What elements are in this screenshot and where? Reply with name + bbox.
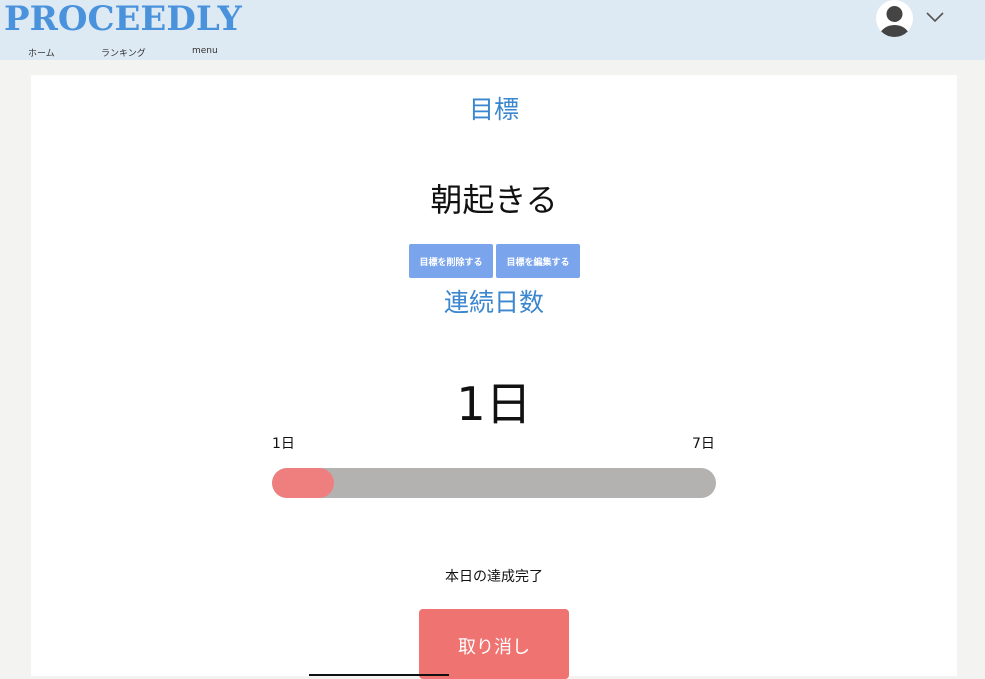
app-logo[interactable]: PROCEEDLY xyxy=(4,0,242,38)
streak-progress-bar xyxy=(272,468,716,498)
nav-home[interactable]: ホーム xyxy=(28,46,55,59)
cancel-button-label: 取り消し xyxy=(458,637,530,658)
goal-section-title: 目標 xyxy=(468,95,519,124)
delete-goal-button[interactable]: 目標を削除する xyxy=(409,244,493,278)
streak-progress-fill xyxy=(272,468,335,498)
progress-min-label: 1日 xyxy=(272,436,295,452)
app-header: PROCEEDLY ホーム ランキング menu xyxy=(0,0,985,60)
avatar[interactable] xyxy=(876,0,913,37)
nav-menu[interactable]: menu xyxy=(192,46,218,56)
streak-days: 1日 xyxy=(456,377,532,431)
completion-status: 本日の達成完了 xyxy=(445,569,543,585)
nav-ranking[interactable]: ランキング xyxy=(101,46,146,59)
goal-text: 朝起きる xyxy=(430,181,558,219)
user-icon xyxy=(879,6,910,37)
goal-card: 目標 朝起きる 目標を削除する 目標を編集する 連続日数 1日 1日 7日 本日… xyxy=(31,75,957,679)
edit-goal-button[interactable]: 目標を編集する xyxy=(496,244,580,278)
progress-max-label: 7日 xyxy=(692,436,715,452)
cancel-button[interactable]: 取り消し xyxy=(419,609,569,679)
streak-section-title: 連続日数 xyxy=(443,288,544,317)
chevron-down-icon[interactable] xyxy=(924,10,946,24)
